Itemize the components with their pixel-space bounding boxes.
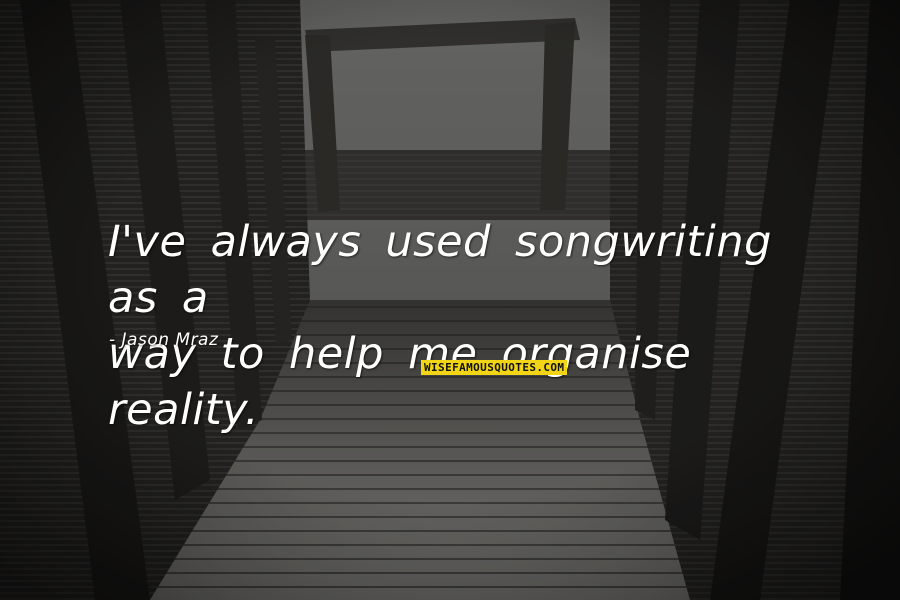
quote-line-1: I've always used songwriting as a [108,217,772,323]
quote-image: I've always used songwriting as a way to… [0,0,900,600]
quote-author: - Jason Mraz [109,330,219,350]
quote-text: I've always used songwriting as a way to… [108,214,828,438]
watermark-logo: WISEFAMOUSQUOTES.COM [421,360,568,375]
